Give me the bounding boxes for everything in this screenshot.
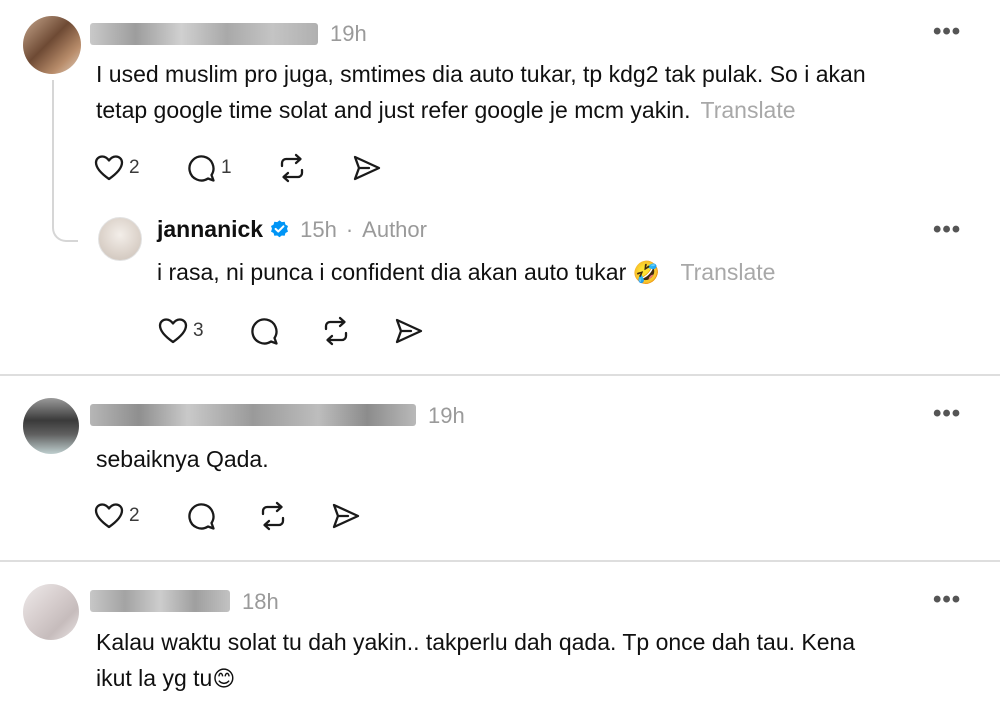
heart-icon <box>94 154 124 182</box>
separator-dot: · <box>345 216 354 242</box>
username-blurred[interactable] <box>90 404 416 426</box>
verified-badge-icon <box>269 219 290 240</box>
repost-icon <box>321 316 351 346</box>
like-button[interactable]: 2 <box>94 154 140 182</box>
divider <box>0 560 1000 562</box>
share-button[interactable] <box>352 154 382 182</box>
more-options-icon[interactable]: ••• <box>933 400 961 428</box>
reply-button[interactable]: 1 <box>186 153 232 183</box>
avatar[interactable] <box>23 398 79 454</box>
send-icon <box>394 317 424 345</box>
comment-text-line-2: ikut la yg tu <box>96 665 213 691</box>
username-blurred[interactable] <box>90 590 230 612</box>
like-count: 3 <box>193 320 204 341</box>
repost-button[interactable] <box>277 153 307 183</box>
reply-text: i rasa, ni punca i confident dia akan au… <box>157 254 775 291</box>
comment-text: sebaiknya Qada. <box>96 446 269 472</box>
avatar[interactable] <box>23 584 79 640</box>
divider <box>0 374 1000 376</box>
reply-header: jannanick 15h · Author <box>157 216 427 243</box>
translate-link[interactable]: Translate <box>680 259 775 285</box>
username-blurred[interactable] <box>90 23 318 45</box>
share-button[interactable] <box>394 317 424 345</box>
comment-bubble-icon <box>186 501 216 531</box>
avatar[interactable] <box>98 217 142 261</box>
timestamp: 15h <box>300 216 337 242</box>
reply-button[interactable] <box>186 501 216 531</box>
timestamp: 19h <box>428 403 465 428</box>
like-button[interactable]: 3 <box>158 317 204 345</box>
repost-icon <box>258 501 288 531</box>
share-button[interactable] <box>331 502 361 530</box>
like-count: 2 <box>129 157 140 178</box>
rofl-emoji: 🤣 <box>632 260 661 285</box>
translate-link[interactable]: Translate <box>701 97 796 123</box>
comment-text-line-1: Kalau waktu solat tu dah yakin.. takperl… <box>96 629 856 655</box>
thread-line <box>52 80 78 242</box>
avatar[interactable] <box>23 16 81 74</box>
more-options-icon[interactable]: ••• <box>933 18 961 46</box>
repost-button[interactable] <box>258 501 288 531</box>
repost-icon <box>277 153 307 183</box>
send-icon <box>331 502 361 530</box>
comment-text-line-2: tetap google time solat and just refer g… <box>96 97 691 123</box>
heart-icon <box>158 317 188 345</box>
like-count: 2 <box>129 505 140 526</box>
smile-emoji: 😊 <box>212 666 236 691</box>
timestamp: 19h <box>330 21 367 46</box>
timestamp: 18h <box>242 589 279 614</box>
reply-count: 1 <box>221 157 232 178</box>
comment-bubble-icon <box>186 153 216 183</box>
heart-icon <box>94 502 124 530</box>
repost-button[interactable] <box>321 316 351 346</box>
comment-text: I used muslim pro juga, smtimes dia auto… <box>96 56 866 128</box>
reply-text-content: i rasa, ni punca i confident dia akan au… <box>157 259 627 285</box>
send-icon <box>352 154 382 182</box>
reply-button[interactable] <box>249 316 279 346</box>
comment-bubble-icon <box>249 316 279 346</box>
author-label: Author <box>362 216 427 242</box>
comment-text-line-1: I used muslim pro juga, smtimes dia auto… <box>96 61 866 87</box>
like-button[interactable]: 2 <box>94 502 140 530</box>
comment-text: Kalau waktu solat tu dah yakin.. takperl… <box>96 624 855 697</box>
more-options-icon[interactable]: ••• <box>933 216 961 244</box>
username[interactable]: jannanick <box>157 216 263 243</box>
more-options-icon[interactable]: ••• <box>933 586 961 614</box>
